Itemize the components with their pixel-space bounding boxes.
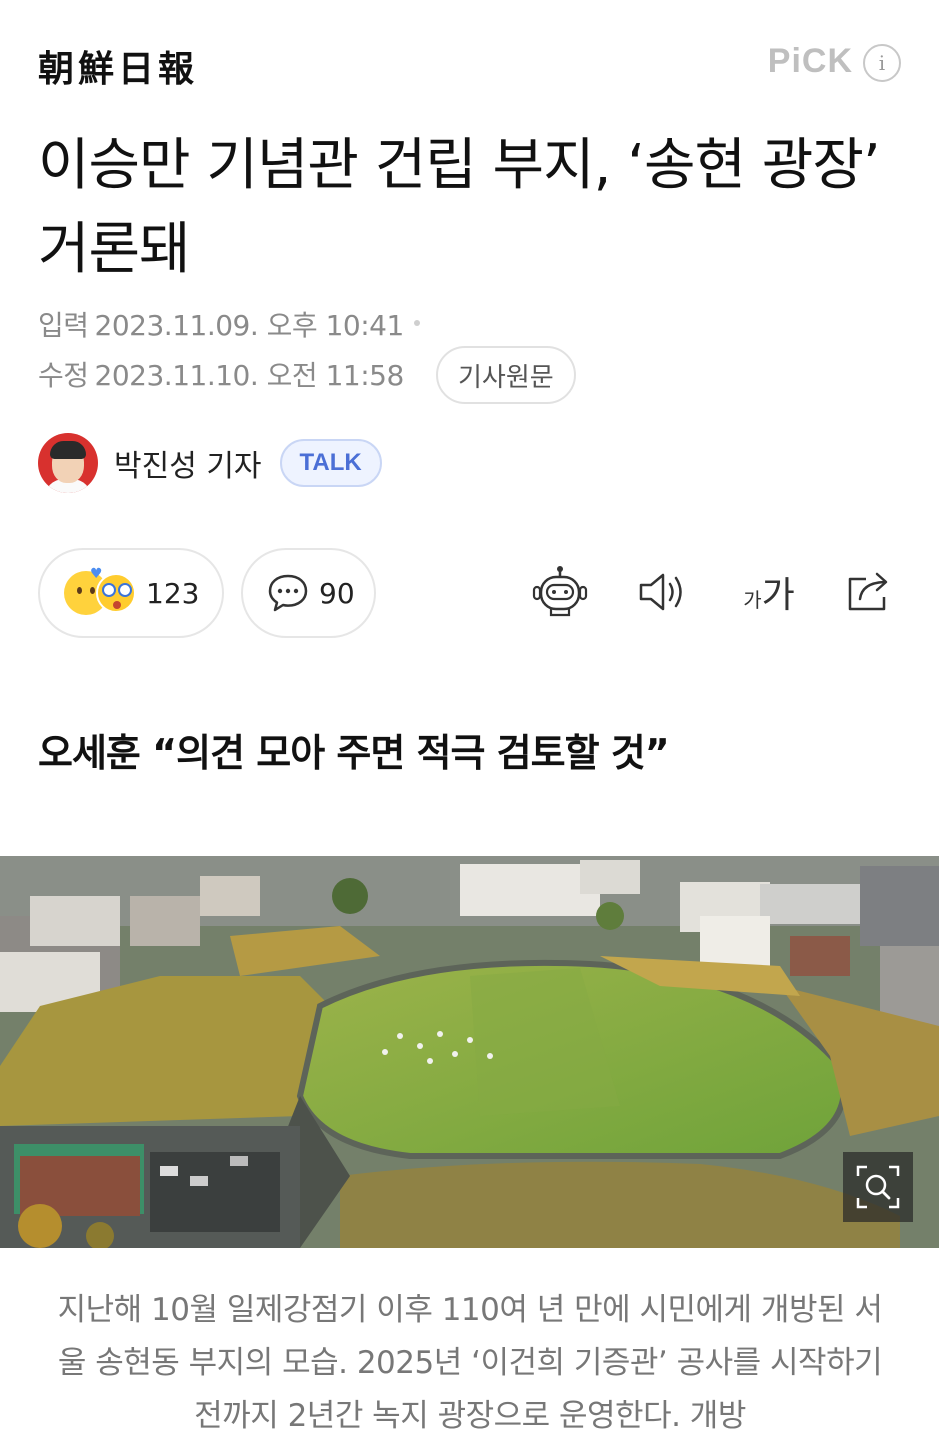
share-icon	[848, 572, 888, 611]
modified-label: 수정	[38, 359, 89, 392]
font-size-big-glyph: 가	[761, 575, 795, 616]
author-block: 박진성 기자 TALK	[38, 432, 382, 494]
zoom-search-icon	[856, 1165, 900, 1209]
font-size-icon: 가가	[743, 566, 795, 618]
comment-button[interactable]: 90	[241, 548, 376, 638]
author-name[interactable]: 박진성 기자	[114, 441, 262, 485]
original-article-button[interactable]: 기사원문	[436, 346, 576, 404]
summary-robot-icon	[532, 566, 588, 617]
article-subheadline: 오세훈 “의견 모아 주면 적극 검토할 것”	[38, 731, 670, 775]
heart-icon: ♥	[90, 566, 103, 582]
press-logo[interactable]: 朝鮮日報	[38, 40, 198, 92]
author-avatar[interactable]	[38, 433, 98, 493]
zoom-button[interactable]	[843, 1152, 913, 1222]
audio-button[interactable]	[630, 560, 694, 624]
reaction-count: 123	[146, 576, 200, 610]
modified-value: 2023.11.10. 오전 11:58	[94, 359, 405, 392]
talk-button[interactable]: TALK	[279, 439, 382, 487]
pick-badge: PiCK	[767, 42, 853, 80]
published-date: 입력 2023.11.09. 오후 10:41	[38, 304, 420, 344]
article-title: 이승만 기념관 건립 부지, ‘송현 광장’ 거론돼	[38, 133, 881, 282]
separator-dot	[413, 320, 420, 326]
font-size-small-glyph: 가	[743, 588, 762, 612]
summary-button[interactable]	[528, 560, 592, 624]
reaction-button[interactable]: 123	[38, 548, 224, 638]
audio-speaker-icon	[639, 573, 682, 611]
article-header: 朝鮮日報 PiCK i	[0, 0, 939, 120]
font-size-button[interactable]: 가가	[734, 560, 804, 624]
comment-icon	[268, 574, 308, 612]
photo-caption: 지난해 10월 일제강점기 이후 110여 년 만에 시민에게 개방된 서울 송…	[57, 1292, 883, 1434]
share-button[interactable]	[838, 560, 902, 624]
modified-date: 수정 2023.11.10. 오전 11:58	[38, 354, 404, 394]
aerial-park-image	[0, 856, 939, 1248]
published-label: 입력	[38, 309, 89, 342]
published-value: 2023.11.09. 오후 10:41	[94, 309, 405, 342]
article-photo[interactable]	[0, 856, 939, 1248]
comment-count: 90	[319, 576, 355, 610]
info-icon[interactable]: i	[863, 44, 901, 82]
